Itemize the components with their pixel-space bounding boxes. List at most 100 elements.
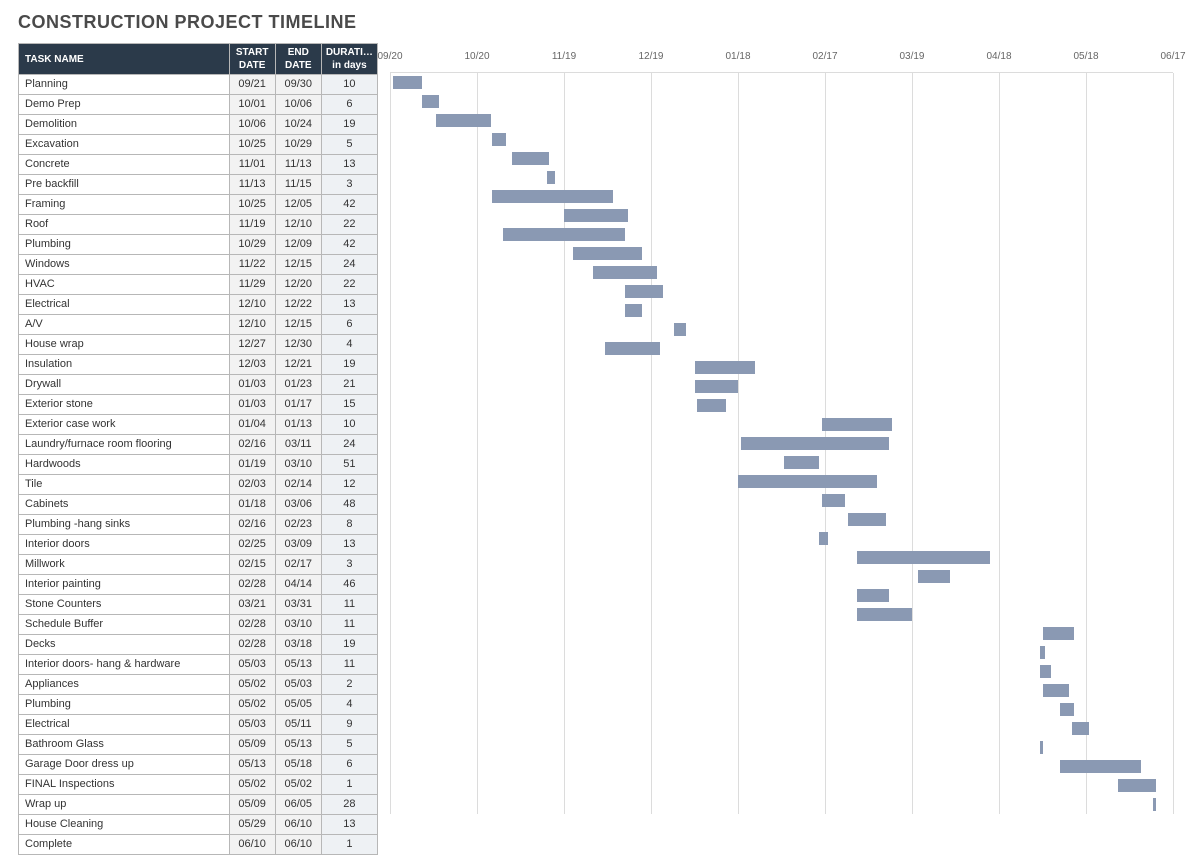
cell-task-name[interactable]: Cabinets (19, 495, 230, 515)
gantt-bar[interactable] (564, 209, 628, 222)
cell-task-name[interactable]: Exterior stone (19, 395, 230, 415)
cell-duration[interactable]: 24 (321, 255, 377, 275)
cell-task-name[interactable]: Millwork (19, 555, 230, 575)
cell-duration[interactable]: 13 (321, 535, 377, 555)
cell-start-date[interactable]: 01/04 (229, 415, 275, 435)
gantt-bar[interactable] (625, 304, 642, 317)
gantt-bar[interactable] (1153, 798, 1156, 811)
cell-task-name[interactable]: Plumbing -hang sinks (19, 515, 230, 535)
cell-start-date[interactable]: 02/16 (229, 435, 275, 455)
cell-duration[interactable]: 8 (321, 515, 377, 535)
cell-task-name[interactable]: Tile (19, 475, 230, 495)
cell-duration[interactable]: 19 (321, 635, 377, 655)
gantt-bar[interactable] (605, 342, 660, 355)
cell-start-date[interactable]: 01/18 (229, 495, 275, 515)
cell-task-name[interactable]: Complete (19, 835, 230, 855)
cell-duration[interactable]: 3 (321, 555, 377, 575)
cell-start-date[interactable]: 11/13 (229, 175, 275, 195)
cell-start-date[interactable]: 10/25 (229, 135, 275, 155)
cell-task-name[interactable]: Plumbing (19, 695, 230, 715)
gantt-bar[interactable] (1043, 627, 1075, 640)
gantt-bar[interactable] (422, 95, 439, 108)
cell-duration[interactable]: 5 (321, 135, 377, 155)
gantt-bar[interactable] (1040, 665, 1052, 678)
gantt-bar[interactable] (741, 437, 889, 450)
cell-duration[interactable]: 10 (321, 415, 377, 435)
cell-start-date[interactable]: 11/22 (229, 255, 275, 275)
cell-end-date[interactable]: 06/05 (275, 795, 321, 815)
cell-duration[interactable]: 15 (321, 395, 377, 415)
gantt-bar[interactable] (857, 551, 990, 564)
gantt-bar[interactable] (573, 247, 643, 260)
cell-end-date[interactable]: 12/20 (275, 275, 321, 295)
cell-start-date[interactable]: 01/03 (229, 395, 275, 415)
cell-duration[interactable]: 2 (321, 675, 377, 695)
cell-end-date[interactable]: 03/18 (275, 635, 321, 655)
gantt-bar[interactable] (695, 361, 756, 374)
gantt-bar[interactable] (822, 494, 845, 507)
cell-end-date[interactable]: 03/10 (275, 615, 321, 635)
gantt-bar[interactable] (848, 513, 886, 526)
gantt-bar[interactable] (784, 456, 819, 469)
cell-task-name[interactable]: Concrete (19, 155, 230, 175)
cell-start-date[interactable]: 05/03 (229, 655, 275, 675)
cell-start-date[interactable]: 05/02 (229, 675, 275, 695)
cell-end-date[interactable]: 02/23 (275, 515, 321, 535)
gantt-bar[interactable] (674, 323, 686, 336)
cell-start-date[interactable]: 05/13 (229, 755, 275, 775)
gantt-bar[interactable] (857, 608, 912, 621)
cell-end-date[interactable]: 05/05 (275, 695, 321, 715)
cell-end-date[interactable]: 11/15 (275, 175, 321, 195)
cell-task-name[interactable]: Interior doors (19, 535, 230, 555)
cell-start-date[interactable]: 02/28 (229, 615, 275, 635)
cell-duration[interactable]: 22 (321, 275, 377, 295)
cell-task-name[interactable]: Appliances (19, 675, 230, 695)
cell-task-name[interactable]: Wrap up (19, 795, 230, 815)
cell-task-name[interactable]: Electrical (19, 295, 230, 315)
cell-end-date[interactable]: 12/05 (275, 195, 321, 215)
cell-end-date[interactable]: 02/17 (275, 555, 321, 575)
cell-duration[interactable]: 42 (321, 235, 377, 255)
cell-duration[interactable]: 19 (321, 355, 377, 375)
cell-duration[interactable]: 11 (321, 655, 377, 675)
cell-duration[interactable]: 11 (321, 615, 377, 635)
gantt-bar[interactable] (1060, 760, 1141, 773)
cell-duration[interactable]: 11 (321, 595, 377, 615)
cell-start-date[interactable]: 05/09 (229, 795, 275, 815)
gantt-bar[interactable] (1040, 741, 1043, 754)
cell-start-date[interactable]: 02/28 (229, 635, 275, 655)
cell-duration[interactable]: 19 (321, 115, 377, 135)
cell-end-date[interactable]: 12/15 (275, 255, 321, 275)
cell-task-name[interactable]: Roof (19, 215, 230, 235)
cell-end-date[interactable]: 05/13 (275, 735, 321, 755)
cell-end-date[interactable]: 12/30 (275, 335, 321, 355)
cell-start-date[interactable]: 12/10 (229, 295, 275, 315)
cell-task-name[interactable]: Plumbing (19, 235, 230, 255)
cell-start-date[interactable]: 10/29 (229, 235, 275, 255)
cell-task-name[interactable]: Laundry/furnace room flooring (19, 435, 230, 455)
cell-start-date[interactable]: 11/19 (229, 215, 275, 235)
cell-end-date[interactable]: 12/21 (275, 355, 321, 375)
cell-task-name[interactable]: Electrical (19, 715, 230, 735)
cell-start-date[interactable]: 12/03 (229, 355, 275, 375)
gantt-bar[interactable] (738, 475, 877, 488)
cell-end-date[interactable]: 12/22 (275, 295, 321, 315)
cell-start-date[interactable]: 11/01 (229, 155, 275, 175)
cell-duration[interactable]: 10 (321, 75, 377, 95)
cell-end-date[interactable]: 02/14 (275, 475, 321, 495)
cell-end-date[interactable]: 11/13 (275, 155, 321, 175)
cell-end-date[interactable]: 01/13 (275, 415, 321, 435)
cell-task-name[interactable]: Exterior case work (19, 415, 230, 435)
cell-task-name[interactable]: Bathroom Glass (19, 735, 230, 755)
cell-task-name[interactable]: House Cleaning (19, 815, 230, 835)
gantt-bar[interactable] (822, 418, 892, 431)
cell-task-name[interactable]: Excavation (19, 135, 230, 155)
cell-duration[interactable]: 6 (321, 755, 377, 775)
cell-end-date[interactable]: 01/23 (275, 375, 321, 395)
cell-duration[interactable]: 4 (321, 695, 377, 715)
cell-start-date[interactable]: 11/29 (229, 275, 275, 295)
cell-task-name[interactable]: Hardwoods (19, 455, 230, 475)
cell-start-date[interactable]: 05/03 (229, 715, 275, 735)
cell-start-date[interactable]: 02/15 (229, 555, 275, 575)
cell-duration[interactable]: 6 (321, 315, 377, 335)
